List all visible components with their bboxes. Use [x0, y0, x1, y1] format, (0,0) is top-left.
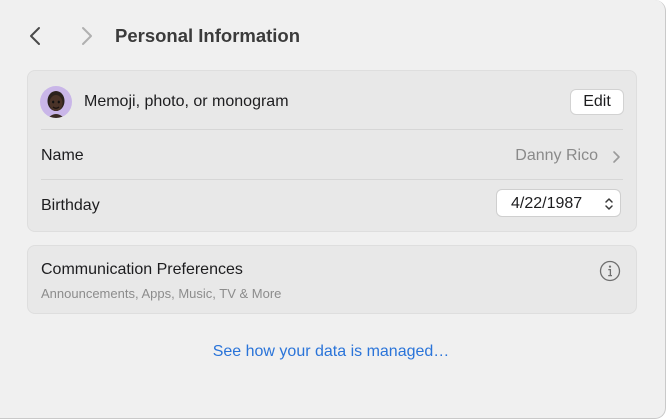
communication-preferences-card[interactable]: Communication Preferences Announcements,…: [27, 245, 637, 314]
data-management-link[interactable]: See how your data is managed…: [0, 343, 662, 361]
name-value: Danny Rico: [515, 147, 598, 164]
memoji-avatar[interactable]: [40, 86, 72, 118]
birthday-label: Birthday: [41, 197, 100, 214]
chevron-right-icon: [82, 27, 92, 45]
info-circle-icon[interactable]: [599, 260, 621, 282]
personal-info-card: Memoji, photo, or monogram Edit Name Dan…: [27, 70, 637, 232]
name-label: Name: [41, 147, 84, 164]
forward-button[interactable]: [76, 24, 96, 48]
communication-title: Communication Preferences: [41, 261, 243, 278]
toolbar: Personal Information: [0, 0, 665, 70]
back-button[interactable]: [26, 24, 46, 48]
birthday-value[interactable]: 4/22/1987: [511, 195, 582, 213]
picture-row: Memoji, photo, or monogram Edit: [28, 76, 636, 130]
edit-button[interactable]: Edit: [570, 89, 624, 115]
communication-subtitle: Announcements, Apps, Music, TV & More: [41, 286, 282, 301]
settings-window: Personal Information Memoji, photo, or m…: [0, 0, 666, 419]
chevron-right-icon: [613, 151, 620, 163]
birthday-date-picker[interactable]: 4/22/1987: [496, 189, 621, 217]
memoji-icon: [47, 91, 65, 118]
stepper-icon[interactable]: [603, 195, 615, 213]
chevron-left-icon: [30, 27, 40, 45]
name-row[interactable]: Name Danny Rico: [28, 130, 636, 180]
picture-label: Memoji, photo, or monogram: [84, 93, 289, 110]
page-title: Personal Information: [115, 25, 301, 46]
birthday-row: Birthday 4/22/1987: [28, 180, 636, 230]
